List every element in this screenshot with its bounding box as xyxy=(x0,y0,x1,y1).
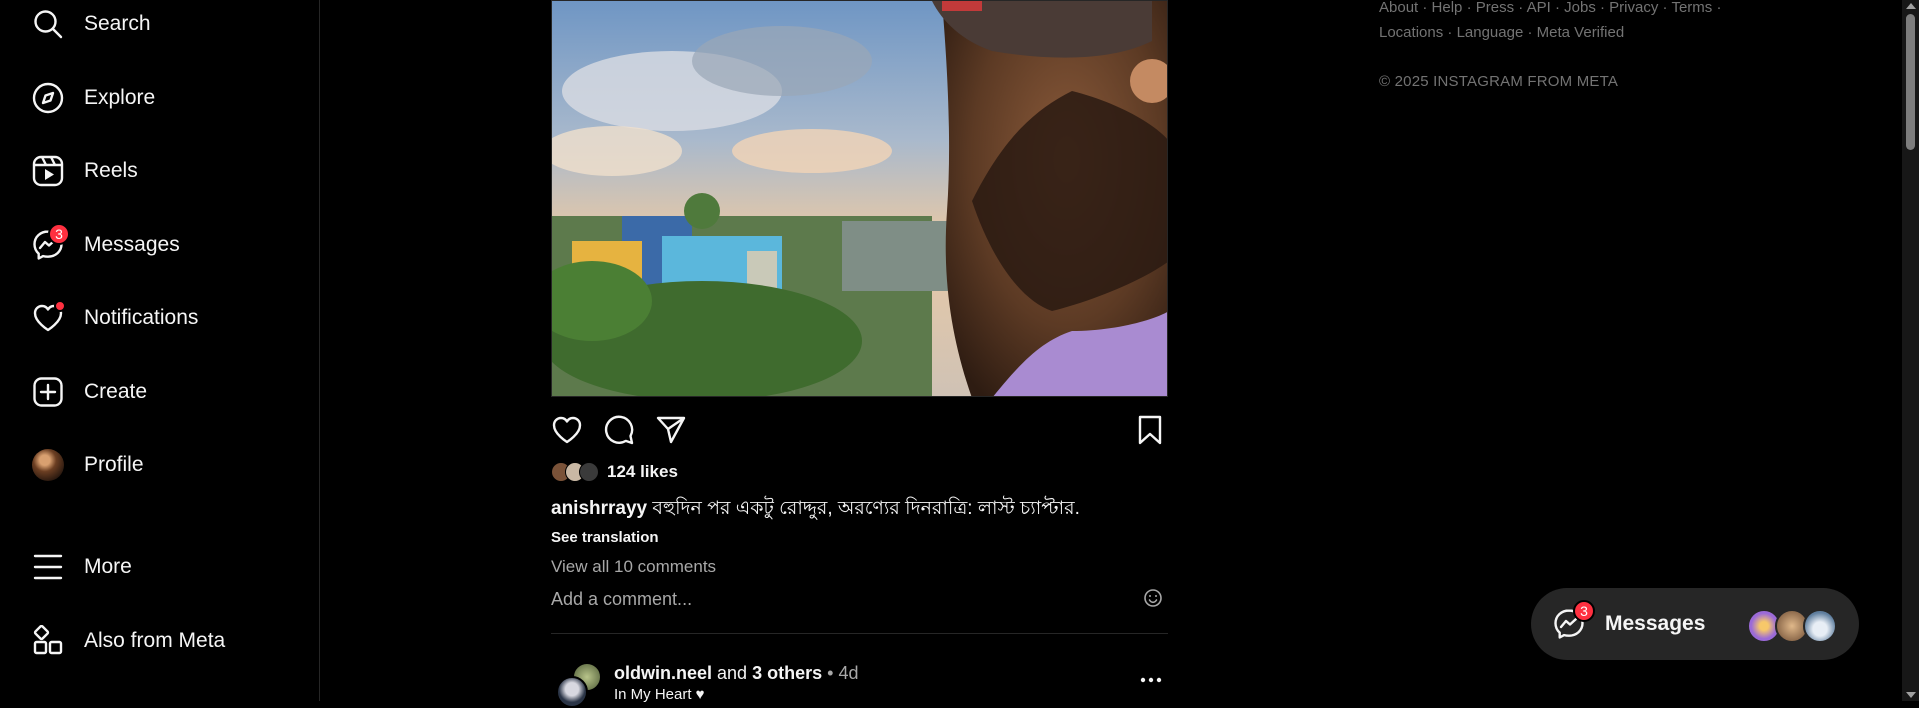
footer-separator: · xyxy=(1554,0,1560,16)
compass-icon xyxy=(32,82,64,114)
see-translation-link[interactable]: See translation xyxy=(551,529,659,546)
footer-links: About · Help · Press · API · Jobs · Priv… xyxy=(1379,0,1721,45)
messages-pill-label: Messages xyxy=(1605,612,1706,635)
post-image[interactable] xyxy=(551,0,1168,397)
footer-separator: · xyxy=(1600,0,1605,16)
messages-pill-badge: 3 xyxy=(1573,600,1595,622)
likes-row[interactable]: 124 likes xyxy=(551,462,678,482)
sidebar-item-label: Reels xyxy=(84,159,138,182)
sidebar-item-label: Profile xyxy=(84,453,144,476)
sidebar-item-label: Explore xyxy=(84,86,156,109)
footer-link-meta-verified[interactable]: Meta Verified xyxy=(1537,24,1625,41)
view-all-comments-link[interactable]: View all 10 comments xyxy=(551,557,716,577)
post-actions xyxy=(551,412,1168,448)
bookmark-icon[interactable] xyxy=(1134,414,1166,446)
reels-icon xyxy=(32,155,64,187)
sidebar-item-reels[interactable]: Reels xyxy=(32,151,138,191)
footer-link-api[interactable]: API xyxy=(1527,0,1551,16)
footer-link-privacy[interactable]: Privacy xyxy=(1609,0,1658,16)
share-icon[interactable] xyxy=(655,414,687,446)
footer-separator: · xyxy=(1518,0,1524,16)
next-post-and: and xyxy=(717,663,748,683)
copyright-text: © 2025 INSTAGRAM FROM META xyxy=(1379,73,1619,90)
emoji-icon[interactable] xyxy=(1143,588,1163,608)
next-post-time: 4d xyxy=(838,663,859,683)
sidebar-item-also-from-meta[interactable]: Also from Meta xyxy=(32,621,225,661)
footer-separator: · xyxy=(1662,0,1668,16)
menu-icon xyxy=(32,551,64,583)
next-post-header: oldwin.neel and 3 others • 4d In My Hear… xyxy=(551,660,1168,708)
sidebar-item-more[interactable]: More xyxy=(32,547,132,587)
post-divider xyxy=(551,633,1168,634)
next-post-location[interactable]: In My Heart ♥ xyxy=(614,686,705,703)
footer-link-language[interactable]: Language xyxy=(1457,24,1524,41)
comment-icon[interactable] xyxy=(603,414,635,446)
footer-link-about[interactable]: About xyxy=(1379,0,1418,16)
next-post-avatars[interactable] xyxy=(556,662,602,708)
messages-badge: 3 xyxy=(48,223,70,245)
notification-dot xyxy=(54,300,66,312)
profile-avatar xyxy=(32,449,64,481)
sidebar-item-notifications[interactable]: Notifications xyxy=(32,298,198,338)
more-options-icon[interactable] xyxy=(1139,668,1163,692)
footer-link-locations[interactable]: Locations xyxy=(1379,24,1443,41)
footer-separator: · xyxy=(1422,0,1428,16)
sidebar-item-search[interactable]: Search xyxy=(32,4,151,44)
likes-count: 124 likes xyxy=(607,462,678,481)
sidebar-item-messages[interactable]: 3 Messages xyxy=(32,223,180,265)
scroll-down-arrow[interactable] xyxy=(1906,692,1916,698)
messages-pill-avatars xyxy=(1747,609,1837,643)
sidebar-item-label: Also from Meta xyxy=(84,629,226,652)
footer-link-help[interactable]: Help xyxy=(1432,0,1463,16)
sidebar-item-label: Search xyxy=(84,12,151,35)
meta-apps-icon xyxy=(32,625,64,657)
next-post-authors: oldwin.neel and 3 others • 4d xyxy=(614,663,859,684)
sidebar-item-explore[interactable]: Explore xyxy=(32,78,155,118)
sidebar-item-label: Messages xyxy=(84,233,180,256)
add-comment-input[interactable] xyxy=(551,586,1168,612)
sidebar-item-create[interactable]: Create xyxy=(32,372,147,412)
next-post-separator: • xyxy=(827,663,834,683)
sidebar-item-label: Create xyxy=(84,380,148,403)
scrollbar-thumb[interactable] xyxy=(1906,14,1915,150)
post-caption: anishrrayy বহুদিন পর একটু রোদ্দুর, অরণ্য… xyxy=(551,494,1080,526)
chat-avatar xyxy=(1803,609,1837,643)
footer-separator: · xyxy=(1716,0,1722,16)
search-icon xyxy=(32,8,64,40)
footer-link-press[interactable]: Press xyxy=(1476,0,1514,16)
caption-username[interactable]: anishrrayy xyxy=(551,498,647,519)
caption-text: বহুদিন পর একটু রোদ্দুর, অরণ্যের দিনরাত্র… xyxy=(652,498,1080,519)
footer-link-terms[interactable]: Terms xyxy=(1671,0,1712,16)
page-scrollbar[interactable] xyxy=(1902,0,1919,701)
sidebar-nav: Search Explore Reels 3 Messages Notifica… xyxy=(0,0,320,701)
like-heart-icon[interactable] xyxy=(551,414,583,446)
footer-separator: · xyxy=(1527,24,1533,41)
sidebar-item-label: Notifications xyxy=(84,306,199,329)
footer-separator: · xyxy=(1447,24,1453,41)
heart-icon xyxy=(32,300,66,334)
scroll-up-arrow[interactable] xyxy=(1906,3,1916,9)
footer-separator: · xyxy=(1466,0,1472,16)
messages-floating-button[interactable]: 3 Messages xyxy=(1531,588,1859,660)
messenger-icon: 3 xyxy=(1553,600,1595,640)
messenger-icon: 3 xyxy=(32,223,70,261)
liker-avatar xyxy=(579,462,599,482)
next-post-others[interactable]: 3 others xyxy=(752,663,822,683)
next-post-username[interactable]: oldwin.neel xyxy=(614,663,712,683)
feed-post: 124 likes anishrrayy বহুদিন পর একটু রোদ্… xyxy=(551,0,1168,708)
footer-link-jobs[interactable]: Jobs xyxy=(1564,0,1596,16)
plus-square-icon xyxy=(32,376,64,408)
sidebar-item-profile[interactable]: Profile xyxy=(32,445,144,485)
sidebar-item-label: More xyxy=(84,555,132,578)
